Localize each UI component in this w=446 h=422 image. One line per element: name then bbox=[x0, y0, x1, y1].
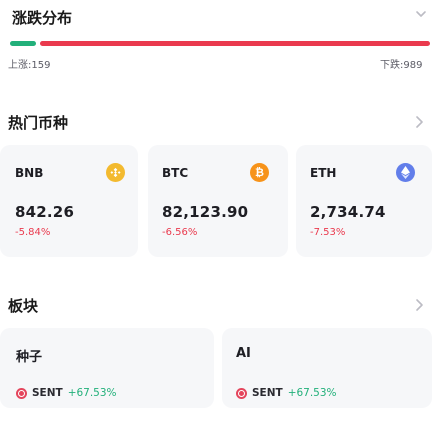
chevron-right-icon[interactable] bbox=[413, 297, 425, 316]
sector-name: 种子 bbox=[16, 350, 43, 365]
distribution-title: 涨跌分布 bbox=[12, 9, 73, 27]
sector-card-ai[interactable]: AI SENT +67.53% bbox=[222, 328, 432, 408]
up-bar bbox=[10, 41, 36, 46]
down-count-label: 下跌:989 bbox=[380, 60, 423, 71]
distribution-bar bbox=[10, 41, 430, 46]
bnb-icon bbox=[106, 163, 125, 182]
coin-symbol: BTC bbox=[162, 166, 189, 180]
coin-change: -7.53% bbox=[310, 227, 346, 238]
coin-symbol: ETH bbox=[310, 166, 337, 180]
sector-name: AI bbox=[236, 346, 251, 361]
coin-change: -6.56% bbox=[162, 227, 198, 238]
coin-symbol: BNB bbox=[15, 166, 44, 180]
eth-icon bbox=[396, 163, 415, 182]
coin-change: -5.84% bbox=[15, 227, 51, 238]
chevron-down-icon[interactable] bbox=[414, 6, 428, 26]
sent-token-icon bbox=[236, 387, 247, 399]
sectors-title: 板块 bbox=[8, 297, 39, 315]
chevron-right-icon[interactable] bbox=[413, 114, 425, 133]
sector-leader: SENT +67.53% bbox=[16, 387, 117, 399]
coin-card-eth[interactable]: ETH 2,734.74 -7.53% bbox=[296, 145, 432, 257]
leader-change: +67.53% bbox=[67, 387, 117, 399]
coin-price: 842.26 bbox=[15, 203, 75, 221]
btc-icon: ₿ bbox=[250, 163, 269, 182]
hot-coins-title: 热门币种 bbox=[8, 114, 69, 132]
down-bar bbox=[40, 41, 430, 46]
coin-card-bnb[interactable]: BNB 842.26 -5.84% bbox=[0, 145, 138, 257]
coin-price: 2,734.74 bbox=[310, 203, 386, 221]
coin-card-btc[interactable]: BTC ₿ 82,123.90 -6.56% bbox=[148, 145, 288, 257]
sector-card-seed[interactable]: 种子 SENT +67.53% bbox=[0, 328, 214, 408]
leader-token: SENT bbox=[32, 387, 63, 399]
sector-leader: SENT +67.53% bbox=[236, 387, 337, 399]
coin-price: 82,123.90 bbox=[162, 203, 249, 221]
leader-change: +67.53% bbox=[287, 387, 337, 399]
sent-token-icon bbox=[16, 387, 27, 399]
leader-token: SENT bbox=[252, 387, 283, 399]
up-count-label: 上涨:159 bbox=[8, 60, 51, 71]
